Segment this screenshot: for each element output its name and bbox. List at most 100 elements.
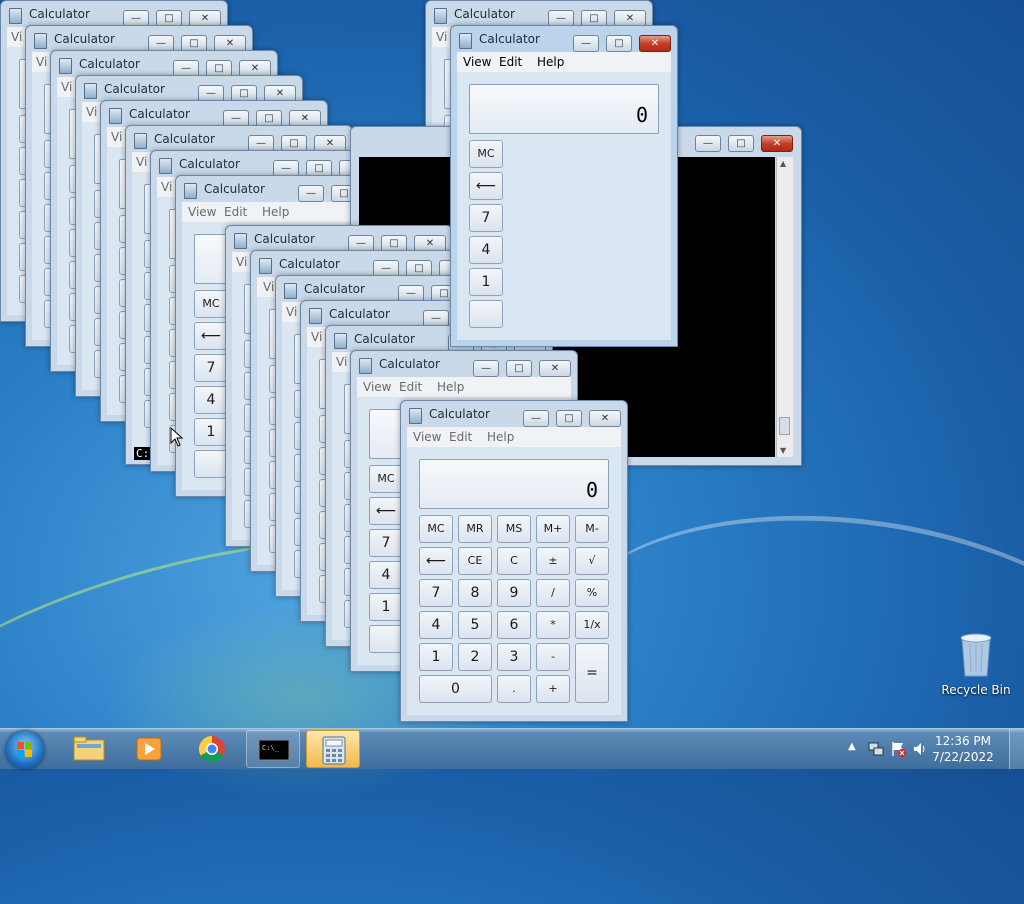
calculator-window[interactable]: Calculator — □ ✕ View Edit Help 0 MC MR MS M+ M- ⟵ CE C… bbox=[400, 400, 628, 722]
maximize-button[interactable]: □ bbox=[606, 35, 632, 52]
scroll-down-arrow[interactable]: ▼ bbox=[780, 446, 786, 455]
button-n0[interactable] bbox=[194, 450, 228, 478]
menu-help[interactable]: Help bbox=[487, 430, 514, 444]
button-mc[interactable]: MC bbox=[419, 515, 453, 543]
title-bar[interactable]: Calculator—□✕ bbox=[76, 76, 302, 102]
button-n1[interactable]: 1 bbox=[469, 268, 503, 296]
menu-view[interactable]: Vi bbox=[136, 155, 147, 169]
title-bar[interactable]: Calculator—□✕ bbox=[251, 251, 477, 277]
menu-view[interactable]: View bbox=[188, 205, 216, 219]
button-mc[interactable]: MC bbox=[469, 140, 503, 168]
button-n1[interactable]: 1 bbox=[194, 418, 228, 446]
menu-view[interactable]: Vi bbox=[86, 105, 97, 119]
button-n0[interactable]: 0 bbox=[419, 675, 492, 703]
calculator-window[interactable]: Calculator — □ ✕ View Edit Help 0 MC ⟵ 7 4 1 bbox=[450, 25, 678, 347]
title-bar[interactable]: Calculator—□✕ bbox=[226, 226, 452, 252]
close-button[interactable]: ✕ bbox=[639, 35, 671, 52]
menu-view[interactable]: View bbox=[363, 380, 391, 394]
title-bar[interactable]: Calculator—□✕ bbox=[126, 126, 352, 152]
menu-view[interactable]: Vi bbox=[36, 55, 47, 69]
button-div[interactable]: / bbox=[536, 579, 570, 607]
title-bar[interactable]: Calculator—□✕ bbox=[151, 151, 377, 177]
command-prompt-taskbar-button[interactable]: C:\_ bbox=[246, 730, 300, 768]
button-ce[interactable]: CE bbox=[458, 547, 492, 575]
button-recip[interactable]: 1/x bbox=[575, 611, 609, 639]
button-n3[interactable]: 3 bbox=[497, 643, 531, 671]
recycle-bin-shortcut[interactable]: Recycle Bin bbox=[940, 630, 1012, 697]
menu-view[interactable]: View bbox=[463, 55, 491, 69]
show-desktop-button[interactable] bbox=[1009, 729, 1024, 769]
action-center-flag-icon[interactable] bbox=[890, 740, 906, 758]
title-bar[interactable]: Calculator—□✕ bbox=[101, 101, 327, 127]
menu-edit[interactable]: Edit bbox=[399, 380, 422, 394]
button-n7[interactable]: 7 bbox=[369, 529, 403, 557]
button-n0[interactable] bbox=[369, 625, 403, 653]
title-bar[interactable]: Calculator—□✕ bbox=[426, 1, 652, 27]
title-bar[interactable]: Calculator—□✕ bbox=[401, 401, 627, 427]
menu-edit[interactable]: Edit bbox=[449, 430, 472, 444]
close-button[interactable]: ✕ bbox=[761, 135, 793, 152]
menu-help[interactable]: Help bbox=[437, 380, 464, 394]
button-add[interactable]: + bbox=[536, 675, 570, 703]
menu-view[interactable]: View bbox=[413, 430, 441, 444]
minimize-button[interactable]: — bbox=[695, 135, 721, 152]
menu-help[interactable]: Help bbox=[537, 55, 564, 69]
calculator-taskbar-button[interactable] bbox=[306, 730, 360, 768]
maximize-button[interactable]: □ bbox=[506, 360, 532, 377]
button-mul[interactable]: * bbox=[536, 611, 570, 639]
button-n0[interactable] bbox=[469, 300, 503, 328]
clock-date[interactable]: 7/22/2022 bbox=[928, 750, 998, 764]
minimize-button[interactable]: — bbox=[298, 185, 324, 202]
button-mr[interactable]: MR bbox=[458, 515, 492, 543]
button-mminus[interactable]: M- bbox=[575, 515, 609, 543]
minimize-button[interactable]: — bbox=[573, 35, 599, 52]
button-mc[interactable]: MC bbox=[369, 465, 403, 493]
button-back[interactable]: ⟵ bbox=[419, 547, 453, 575]
menu-edit[interactable]: Edit bbox=[224, 205, 247, 219]
menu-view[interactable]: Vi bbox=[61, 80, 72, 94]
button-n6[interactable]: 6 bbox=[497, 611, 531, 639]
explorer-taskbar-button[interactable] bbox=[62, 730, 116, 768]
button-n4[interactable]: 4 bbox=[469, 236, 503, 264]
close-button[interactable]: ✕ bbox=[539, 360, 571, 377]
button-mplus[interactable]: M+ bbox=[536, 515, 570, 543]
title-bar[interactable]: Calculator—□✕ bbox=[1, 1, 227, 27]
menu-help[interactable]: Help bbox=[262, 205, 289, 219]
button-n4[interactable]: 4 bbox=[419, 611, 453, 639]
menu-view[interactable]: Vi bbox=[436, 30, 447, 44]
button-n8[interactable]: 8 bbox=[458, 579, 492, 607]
button-equals[interactable]: = bbox=[575, 643, 609, 703]
menu-view[interactable]: Vi bbox=[311, 330, 322, 344]
button-n1[interactable]: 1 bbox=[369, 593, 403, 621]
start-button[interactable] bbox=[6, 731, 44, 769]
menu-edit[interactable]: Edit bbox=[499, 55, 522, 69]
minimize-button[interactable]: — bbox=[523, 410, 549, 427]
media-player-taskbar-button[interactable] bbox=[122, 730, 176, 768]
button-sqrt[interactable]: √ bbox=[575, 547, 609, 575]
button-n7[interactable]: 7 bbox=[419, 579, 453, 607]
title-bar[interactable]: Calculator—□✕ bbox=[451, 26, 677, 52]
button-back[interactable]: ⟵ bbox=[194, 322, 228, 350]
button-n7[interactable]: 7 bbox=[469, 204, 503, 232]
scroll-thumb[interactable] bbox=[779, 417, 790, 435]
button-n4[interactable]: 4 bbox=[194, 386, 228, 414]
button-back[interactable]: ⟵ bbox=[369, 497, 403, 525]
button-n1[interactable]: 1 bbox=[419, 643, 453, 671]
button-n5[interactable]: 5 bbox=[458, 611, 492, 639]
volume-icon[interactable] bbox=[912, 741, 928, 757]
button-n7[interactable]: 7 bbox=[194, 354, 228, 382]
menu-view[interactable]: Vi bbox=[336, 355, 347, 369]
button-mc[interactable]: MC bbox=[194, 290, 228, 318]
maximize-button[interactable]: □ bbox=[728, 135, 754, 152]
button-ms[interactable]: MS bbox=[497, 515, 531, 543]
button-n2[interactable]: 2 bbox=[458, 643, 492, 671]
button-dot[interactable]: . bbox=[497, 675, 531, 703]
title-bar[interactable]: Calculator—□✕ bbox=[26, 26, 252, 52]
button-n4[interactable]: 4 bbox=[369, 561, 403, 589]
button-pct[interactable]: % bbox=[575, 579, 609, 607]
minimize-button[interactable]: — bbox=[473, 360, 499, 377]
menu-view[interactable]: Vi bbox=[11, 30, 22, 44]
title-bar[interactable]: Calculator—□✕ bbox=[351, 351, 577, 377]
maximize-button[interactable]: □ bbox=[556, 410, 582, 427]
button-back[interactable]: ⟵ bbox=[469, 172, 503, 200]
